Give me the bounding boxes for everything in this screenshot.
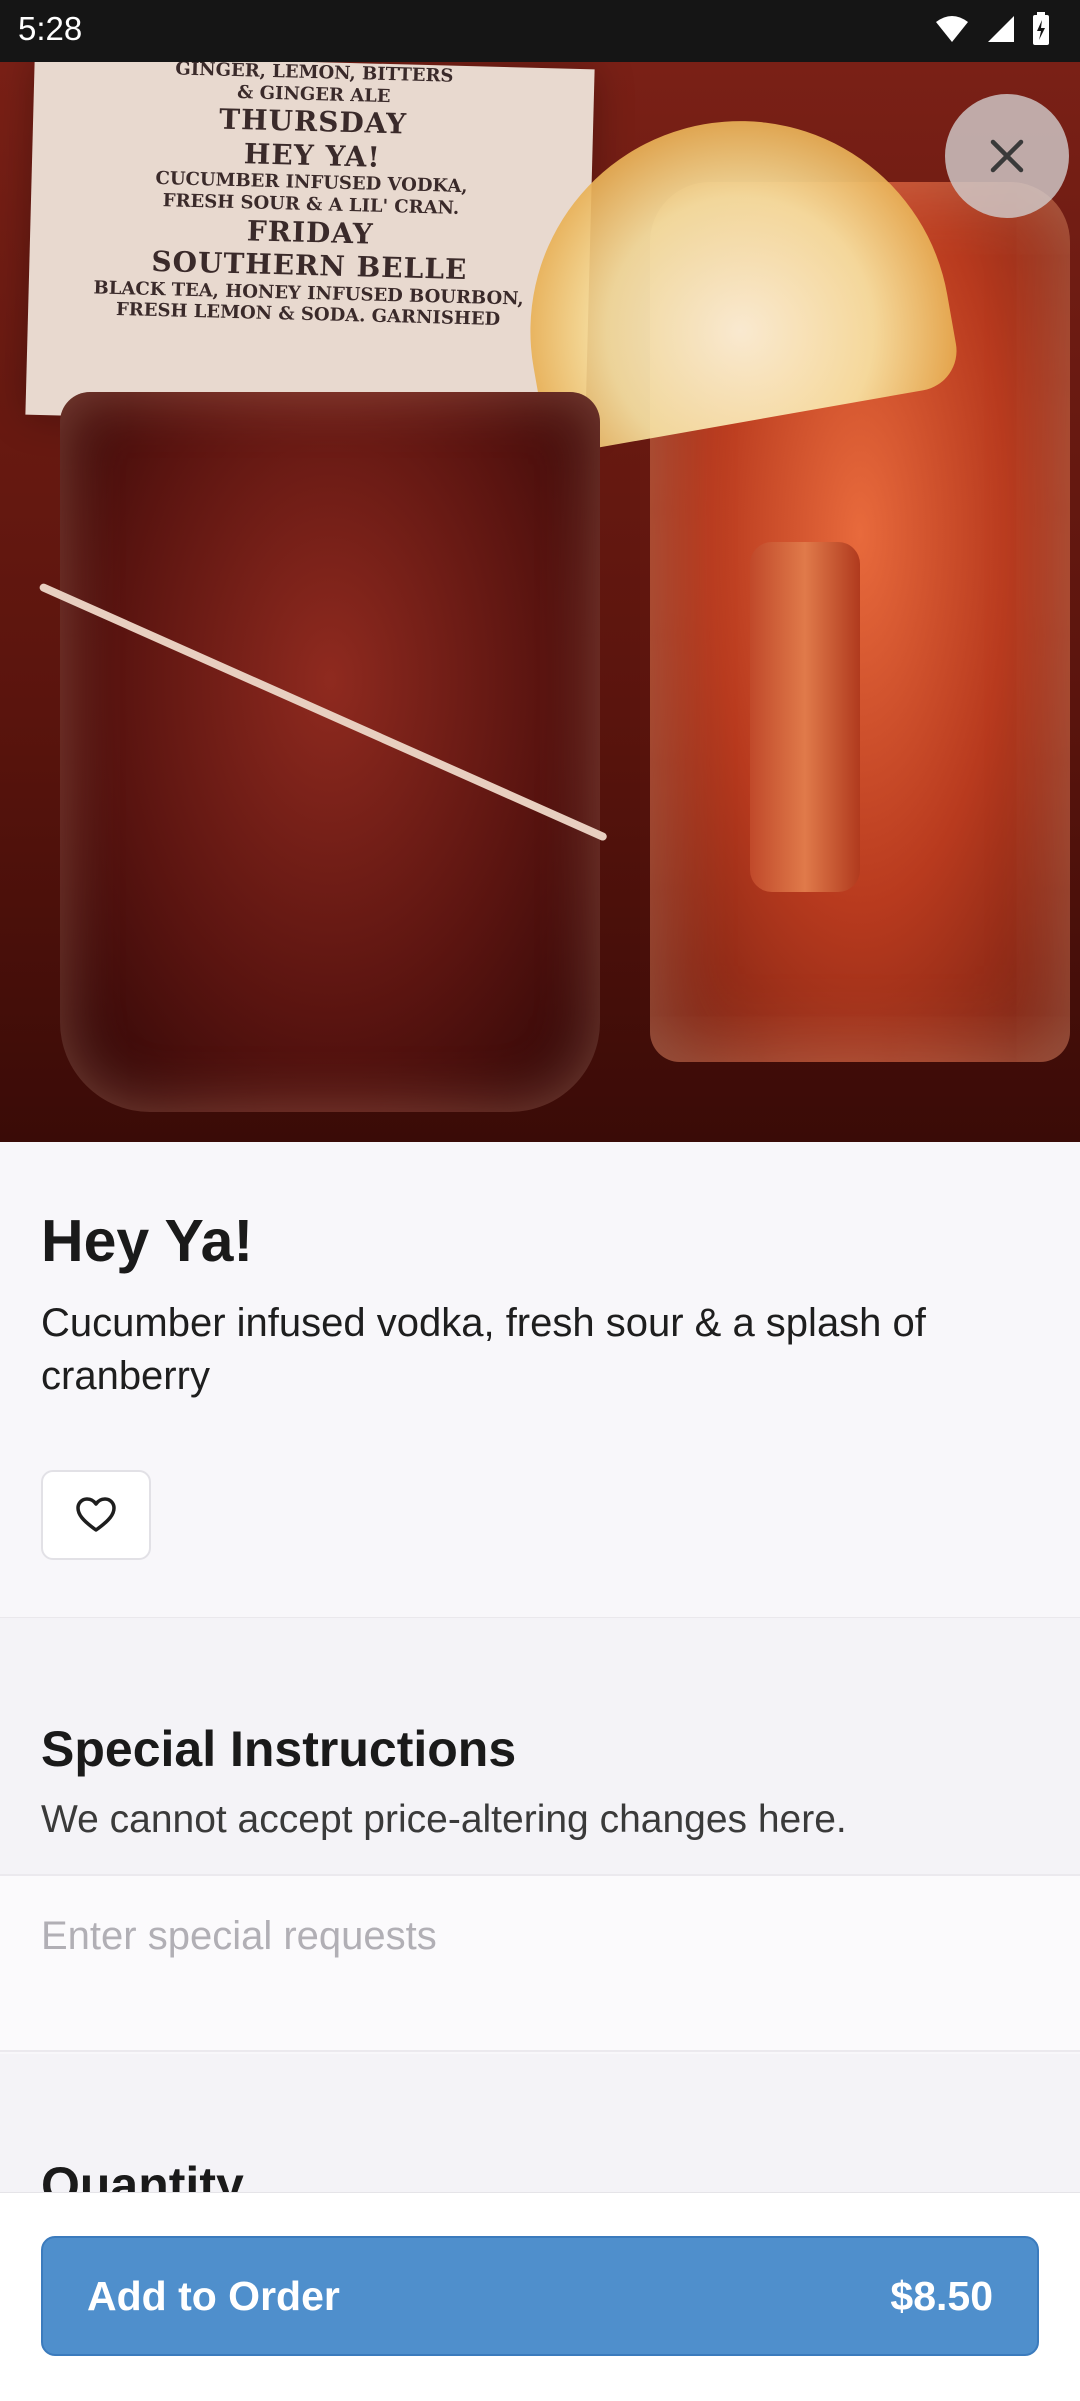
add-to-order-label: Add to Order xyxy=(87,2272,340,2319)
item-description: Cucumber infused vodka, fresh sour & a s… xyxy=(41,1301,926,1398)
special-instructions-section: Special Instructions We cannot accept pr… xyxy=(0,1618,1080,1874)
order-price: $8.50 xyxy=(890,2272,993,2319)
item-photo: GINGER, LEMON, BITTERS & GINGER ALE THUR… xyxy=(0,62,1080,1142)
close-button[interactable] xyxy=(945,94,1069,218)
item-title: Hey Ya! xyxy=(41,1208,254,1274)
special-instructions-note: We cannot accept price-altering changes … xyxy=(41,1798,847,1841)
wifi-icon xyxy=(936,16,968,42)
quantity-title: Quantity xyxy=(41,2157,244,2194)
menu-text: GINGER, LEMON, BITTERS & GINGER ALE THUR… xyxy=(28,62,595,333)
heart-icon xyxy=(76,1497,116,1532)
status-bar: 5:28 xyxy=(0,0,1080,62)
bottom-action-bar: Add to Order $8.50 xyxy=(0,2192,1080,2401)
add-to-order-button[interactable]: Add to Order $8.50 xyxy=(41,2236,1039,2356)
special-requests-input[interactable] xyxy=(0,1874,1080,2052)
battery-icon xyxy=(1033,12,1049,45)
quantity-section: Quantity xyxy=(0,2054,1080,2194)
menu-card: GINGER, LEMON, BITTERS & GINGER ALE THUR… xyxy=(25,62,595,430)
close-icon xyxy=(990,139,1024,173)
favorite-button[interactable] xyxy=(41,1470,151,1560)
status-icons xyxy=(934,12,1050,46)
cinnamon-stick xyxy=(750,542,860,892)
item-details: Hey Ya! Cucumber infused vodka, fresh so… xyxy=(0,1142,1080,1619)
special-instructions-title: Special Instructions xyxy=(41,1721,517,1777)
signal-icon xyxy=(988,16,1014,42)
rocks-glass xyxy=(60,392,600,1112)
status-time: 5:28 xyxy=(18,10,83,47)
